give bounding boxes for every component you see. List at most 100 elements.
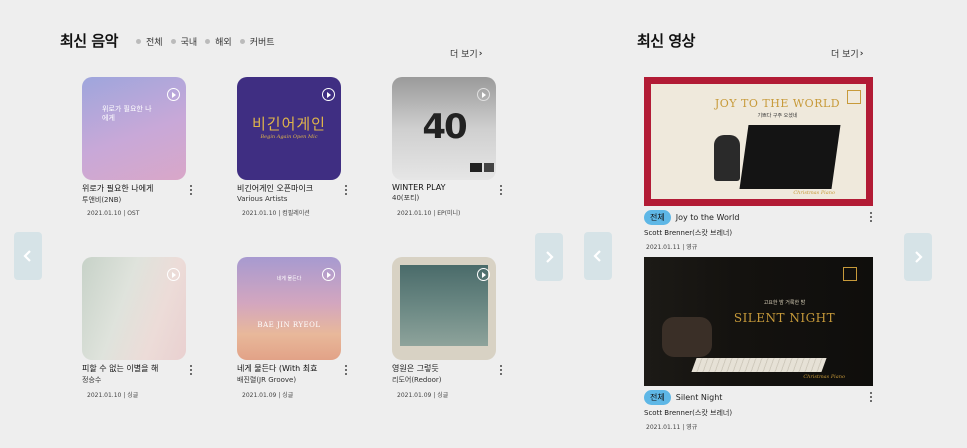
music-card[interactable]: 네게 물든다 BAE JIN RYEOL 네게 물든다 (With 최효 배진렬… [237, 257, 347, 399]
chevron-right-icon: › [478, 48, 483, 59]
video-card[interactable]: SILENT NIGHT 고요한 밤 거룩한 밤 Christmas Piano… [644, 257, 873, 431]
song-artist[interactable]: 정승수 [82, 375, 186, 385]
more-options-icon[interactable] [190, 185, 194, 195]
music-card[interactable]: 위로가 필요한 나에게 위로가 필요한 나에게 투앤비(2NB) 2021.01… [82, 77, 192, 217]
cover-art-photo [400, 265, 488, 346]
thumbnail-piano [739, 125, 841, 189]
album-cover[interactable]: 네게 물든다 BAE JIN RYEOL [237, 257, 341, 360]
filter-cover[interactable]: 커버트 [239, 35, 275, 48]
music-more-label: 더 보기 [450, 50, 478, 60]
play-icon[interactable] [322, 268, 335, 281]
song-artist[interactable]: 40(포티) [392, 193, 496, 203]
video-thumbnail[interactable]: SILENT NIGHT 고요한 밤 거룩한 밤 Christmas Piano [644, 257, 873, 386]
music-card[interactable]: 40 WINTER PLAY 40(포티) 2021.01.10 | EP(미니… [392, 77, 502, 217]
video-title[interactable]: Joy to the World [676, 213, 740, 222]
song-title[interactable]: 영원은 그렇듯 [392, 363, 480, 374]
chevron-right-icon [915, 251, 923, 263]
video-artist[interactable]: Scott Brenner(스캇 브레너) [644, 228, 873, 238]
song-artist[interactable]: 투앤비(2NB) [82, 195, 186, 205]
video-card[interactable]: JOY TO THE WORLD 기쁘다 구주 오셨네 Christmas Pi… [644, 77, 873, 251]
song-artist[interactable]: 리도어(Redoor) [392, 375, 496, 385]
cover-logo [470, 163, 482, 172]
album-cover[interactable] [392, 257, 496, 360]
thumbnail-caption: Christmas Piano [803, 374, 845, 380]
album-cover[interactable]: 40 [392, 77, 496, 180]
more-options-icon[interactable] [870, 212, 874, 222]
song-title[interactable]: 네게 물든다 (With 최효 [237, 363, 325, 374]
cover-art-text: BAE JIN RYEOL [257, 321, 321, 329]
music-more-link[interactable]: 더 보기 › [450, 47, 483, 61]
thumbnail-pianist [714, 135, 740, 181]
song-meta: 2021.01.10 | OST [87, 210, 140, 217]
thumbnail-caption: Christmas Piano [793, 190, 835, 196]
chevron-left-icon [23, 250, 31, 262]
music-card[interactable]: 영원은 그렇듯 리도어(Redoor) 2021.01.09 | 싱글 [392, 257, 502, 399]
thumbnail-subtitle: 기쁘다 구주 오셨네 [757, 113, 798, 119]
album-cover[interactable] [82, 257, 186, 360]
video-prev-arrow[interactable] [584, 232, 612, 280]
video-category-badge: 전체 [644, 210, 671, 225]
video-meta: 2021.01.11 | 영규 [646, 244, 698, 251]
chevron-left-icon [593, 250, 601, 262]
song-meta: 2021.01.09 | 싱글 [397, 392, 449, 399]
music-next-arrow[interactable] [535, 233, 563, 281]
filter-overseas-label: 해외 [215, 38, 232, 48]
more-options-icon[interactable] [345, 185, 349, 195]
music-prev-arrow[interactable] [14, 232, 42, 280]
video-title[interactable]: Silent Night [676, 393, 723, 402]
video-meta: 2021.01.11 | 영규 [646, 424, 698, 431]
thumbnail-logo [843, 267, 857, 281]
play-icon[interactable] [477, 88, 490, 101]
song-artist[interactable]: Various Artists [237, 195, 341, 203]
more-options-icon[interactable] [345, 365, 349, 375]
filter-dot-icon [205, 39, 211, 44]
video-section-title: 최신 영상 [637, 32, 695, 50]
song-artist[interactable]: 배진렬(JR Groove) [237, 375, 341, 385]
play-icon[interactable] [167, 268, 180, 281]
song-meta: 2021.01.10 | EP(미니) [397, 210, 461, 217]
song-meta: 2021.01.10 | 싱글 [87, 392, 139, 399]
thumbnail-subtitle: 고요한 밤 거룩한 밤 [763, 300, 806, 306]
filter-domestic[interactable]: 국내 [170, 35, 198, 48]
song-title[interactable]: 위로가 필요한 나에게 [82, 183, 170, 194]
thumbnail-logo [847, 90, 861, 104]
filter-dot-icon [239, 39, 245, 44]
music-filter-bar: 전체 국내 해외 커버트 [136, 35, 283, 48]
song-meta: 2021.01.10 | 컴필레이션 [242, 210, 310, 217]
more-options-icon[interactable] [500, 185, 504, 195]
filter-domestic-label: 국내 [180, 38, 198, 48]
video-next-arrow[interactable] [904, 233, 932, 281]
song-title[interactable]: WINTER PLAY [392, 183, 480, 192]
album-cover[interactable]: 위로가 필요한 나에게 [82, 77, 186, 180]
play-icon[interactable] [322, 88, 335, 101]
chevron-right-icon [546, 251, 554, 263]
cover-art-text: 비긴어게인 [251, 115, 326, 133]
video-more-label: 더 보기 [831, 50, 859, 60]
cover-art-subtitle: Begin Again Open Mic [260, 134, 318, 140]
more-options-icon[interactable] [190, 365, 194, 375]
music-card[interactable]: 피할 수 없는 이별을 해 정승수 2021.01.10 | 싱글 [82, 257, 192, 399]
song-title[interactable]: 피할 수 없는 이별을 해 [82, 363, 170, 374]
video-category-badge: 전체 [644, 390, 671, 405]
filter-dot-icon [170, 39, 176, 44]
filter-cover-label: 커버트 [249, 38, 275, 48]
thumbnail-title: SILENT NIGHT [733, 311, 836, 325]
thumbnail-title: JOY TO THE WORLD [714, 97, 841, 110]
song-meta: 2021.01.09 | 싱글 [242, 392, 294, 399]
song-title[interactable]: 비긴어게인 오픈마이크 [237, 183, 325, 194]
play-icon[interactable] [477, 268, 490, 281]
filter-all[interactable]: 전체 [136, 35, 163, 48]
album-cover[interactable]: 비긴어게인 Begin Again Open Mic [237, 77, 341, 180]
video-more-link[interactable]: 더 보기 › [831, 47, 863, 61]
thumbnail-keys [691, 358, 827, 372]
play-icon[interactable] [167, 88, 180, 101]
more-options-icon[interactable] [870, 392, 874, 402]
video-thumbnail[interactable]: JOY TO THE WORLD 기쁘다 구주 오셨네 Christmas Pi… [644, 77, 873, 206]
video-artist[interactable]: Scott Brenner(스캇 브레너) [644, 408, 873, 418]
cover-art-text: 위로가 필요한 나에게 [102, 105, 152, 123]
cover-logo [484, 163, 494, 172]
filter-all-label: 전체 [146, 38, 163, 48]
music-card[interactable]: 비긴어게인 Begin Again Open Mic 비긴어게인 오픈마이크 V… [237, 77, 347, 217]
more-options-icon[interactable] [500, 365, 504, 375]
filter-overseas[interactable]: 해외 [205, 35, 232, 48]
